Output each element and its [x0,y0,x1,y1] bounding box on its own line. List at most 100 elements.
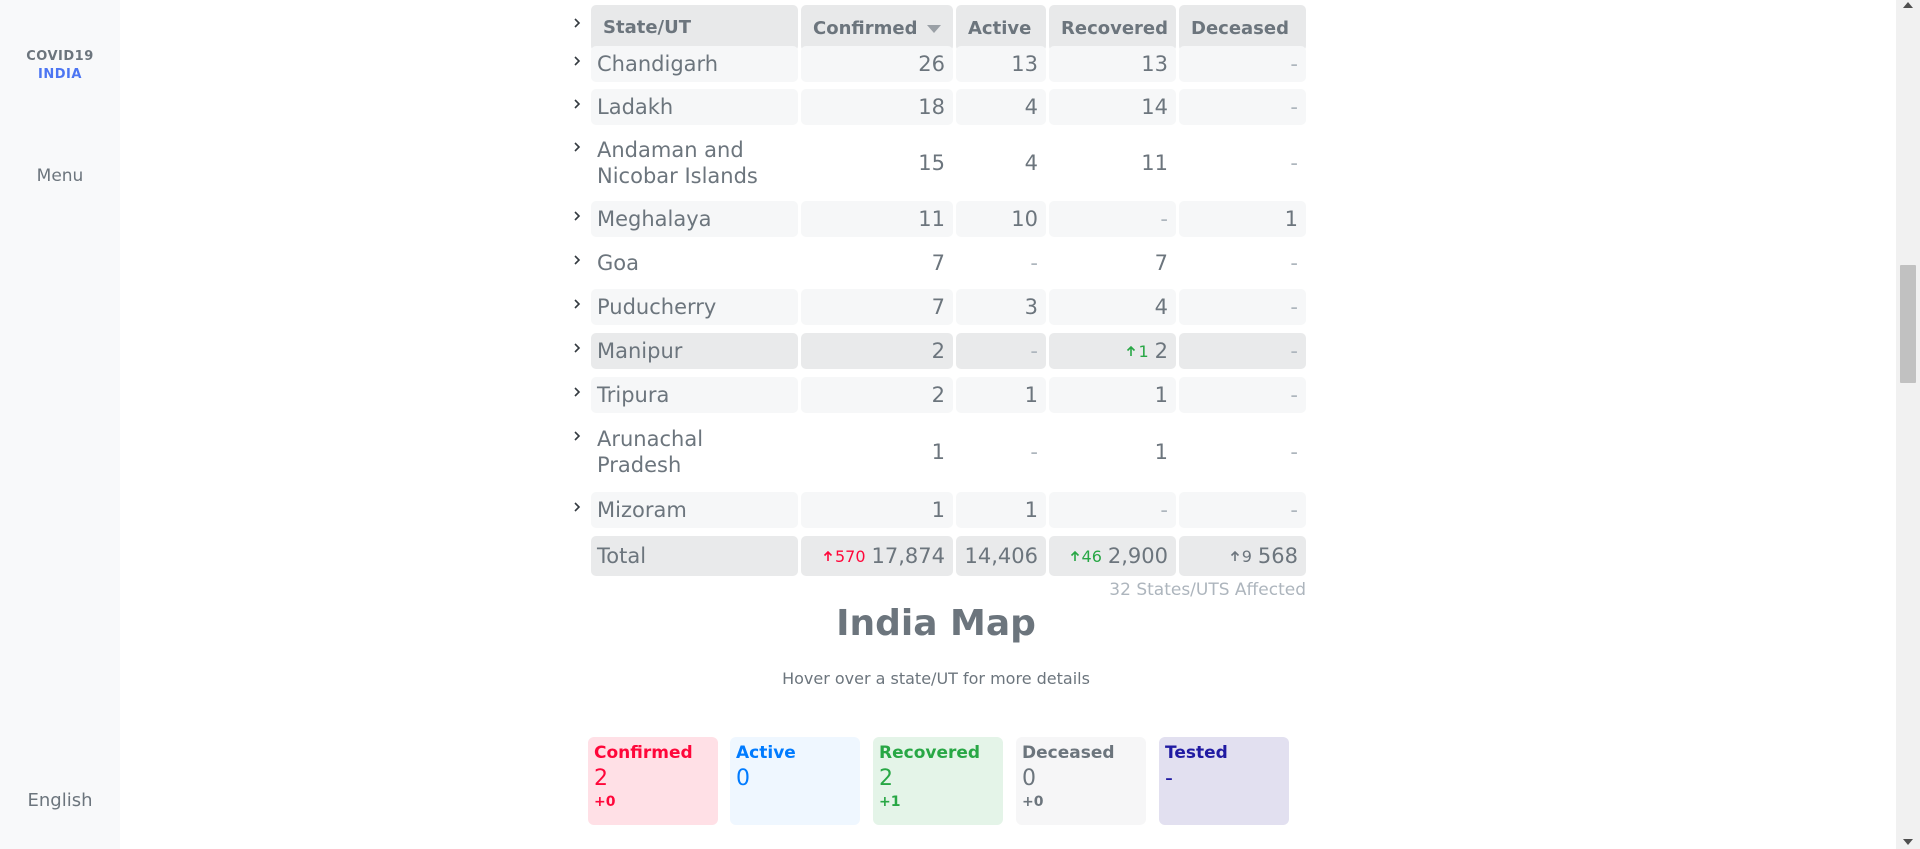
total-recovered-delta: 46 [1070,547,1102,566]
deceased-value: - [1290,383,1298,407]
total-active-value: 14,406 [964,544,1038,568]
table-row[interactable]: Chandigarh 26 13 13 - [566,46,1306,82]
stat-card-active: Active 0 [730,737,860,825]
stat-card-value: 2 [879,766,893,791]
table-total-row: Total 570 17,874 14,406 46 2,900 9 568 [566,536,1306,576]
cell-deceased: - [1179,377,1306,413]
total-confirmed-value: 17,874 [871,544,945,568]
header-state[interactable]: State/UT [591,5,798,51]
recovered-value: 1 [1154,383,1168,407]
scrollbar-thumb[interactable] [1900,265,1916,383]
expand-row-chevron-icon[interactable] [566,337,588,359]
confirmed-value: 11 [918,207,945,231]
cell-deceased: - [1179,89,1306,125]
table-row[interactable]: Manipur 2-1 2- [566,333,1306,369]
header-active[interactable]: Active [956,5,1046,51]
cell-confirmed: 11 [801,201,953,237]
page-scrollbar[interactable] [1896,0,1920,849]
active-value: 13 [1011,52,1038,76]
total-deceased-value: 568 [1257,544,1298,568]
map-subtitle: Hover over a state/UT for more details [782,669,1090,688]
total-recovered-value: 2,900 [1107,544,1168,568]
stat-card-label: Tested [1165,743,1228,763]
scroll-up-arrow-icon[interactable] [1903,2,1913,8]
state-name: Tripura [591,377,798,413]
header-recovered[interactable]: Recovered [1049,5,1176,51]
recovered-value: - [1160,498,1168,522]
expand-row-chevron-icon[interactable] [566,136,588,158]
cell-confirmed: 15 [801,132,953,194]
affected-count: 32 States/UTS Affected [1109,580,1306,600]
deceased-value: - [1290,440,1298,464]
cell-recovered: 12 [1049,333,1176,369]
expand-row-chevron-icon[interactable] [566,293,588,315]
table-row[interactable]: Arunachal Pradesh 1 - 1 - [566,421,1306,483]
recovered-value: 4 [1154,295,1168,319]
expand-row-chevron-icon[interactable] [566,249,588,271]
table-row[interactable]: Mizoram 1 1 - - [566,492,1306,528]
recovered-value: 13 [1141,52,1168,76]
expand-row-chevron-icon[interactable] [566,381,588,403]
stat-card-value: 2 [594,766,608,791]
header-deceased[interactable]: Deceased [1179,5,1306,51]
expand-row-chevron-icon[interactable] [566,496,588,518]
table-row[interactable]: Goa 7 - 7 - [566,245,1306,281]
confirmed-value: 2 [931,339,945,363]
active-value: 1 [1024,383,1038,407]
expand-row-chevron-icon[interactable] [566,425,588,447]
deceased-value: - [1290,339,1298,363]
cell-confirmed: 26 [801,46,953,82]
expand-row-chevron-icon[interactable] [566,205,588,227]
menu-button[interactable]: Menu [0,166,120,186]
table-row[interactable]: Meghalaya 11 10 - 1 [566,201,1306,237]
sort-down-icon [927,25,941,33]
confirmed-value: 7 [931,295,945,319]
brand-line1: COVID19 [26,49,94,64]
cell-deceased: - [1179,46,1306,82]
table-row[interactable]: Andaman and Nicobar Islands 15 4 11 - [566,132,1306,194]
deceased-value: - [1290,52,1298,76]
active-value: 4 [1024,151,1038,175]
stat-card-label: Recovered [879,743,981,763]
confirmed-value: 18 [918,95,945,119]
table-row[interactable]: Tripura 2 1 1 - [566,377,1306,413]
cell-active: 1 [956,492,1046,528]
header-confirmed[interactable]: Confirmed [801,5,953,51]
sidebar: COVID19 INDIA Menu English [0,0,120,849]
active-value: - [1030,251,1038,275]
active-value: 4 [1024,95,1038,119]
language-selector[interactable]: English [0,790,120,811]
state-name: Manipur [591,333,798,369]
cell-recovered: 14 [1049,89,1176,125]
cell-active: - [956,421,1046,483]
active-value: 10 [1011,207,1038,231]
state-name: Arunachal Pradesh [591,421,798,483]
total-deceased: 9 568 [1179,536,1306,576]
recovered-value: 1 [1154,440,1168,464]
stat-card-label: Confirmed [594,743,693,763]
expand-row-chevron-icon[interactable] [566,50,588,72]
brand-logo[interactable]: COVID19 INDIA [0,48,120,84]
stat-card-delta: +0 [1022,794,1044,810]
cell-active: 3 [956,289,1046,325]
cell-confirmed: 7 [801,245,953,281]
stat-card-recovered: Recovered 2 +1 [873,737,1003,825]
table-row[interactable]: Ladakh 18 4 14 - [566,89,1306,125]
confirmed-value: 1 [931,498,945,522]
deceased-value: - [1290,95,1298,119]
expand-row-chevron-icon[interactable] [566,93,588,115]
cell-active: - [956,245,1046,281]
stat-card-value: - [1165,766,1173,791]
total-confirmed-delta: 570 [823,547,866,566]
scroll-down-arrow-icon[interactable] [1903,839,1913,845]
cell-recovered: 7 [1049,245,1176,281]
cell-recovered: 1 [1049,421,1176,483]
table-row[interactable]: Puducherry 7 3 4 - [566,289,1306,325]
deceased-value: - [1290,251,1298,275]
expand-all-chevron-icon[interactable] [566,12,588,34]
cell-active: 4 [956,89,1046,125]
deceased-value: 1 [1284,207,1298,231]
stat-card-value: 0 [736,766,750,791]
cell-confirmed: 2 [801,377,953,413]
state-name: Mizoram [591,492,798,528]
